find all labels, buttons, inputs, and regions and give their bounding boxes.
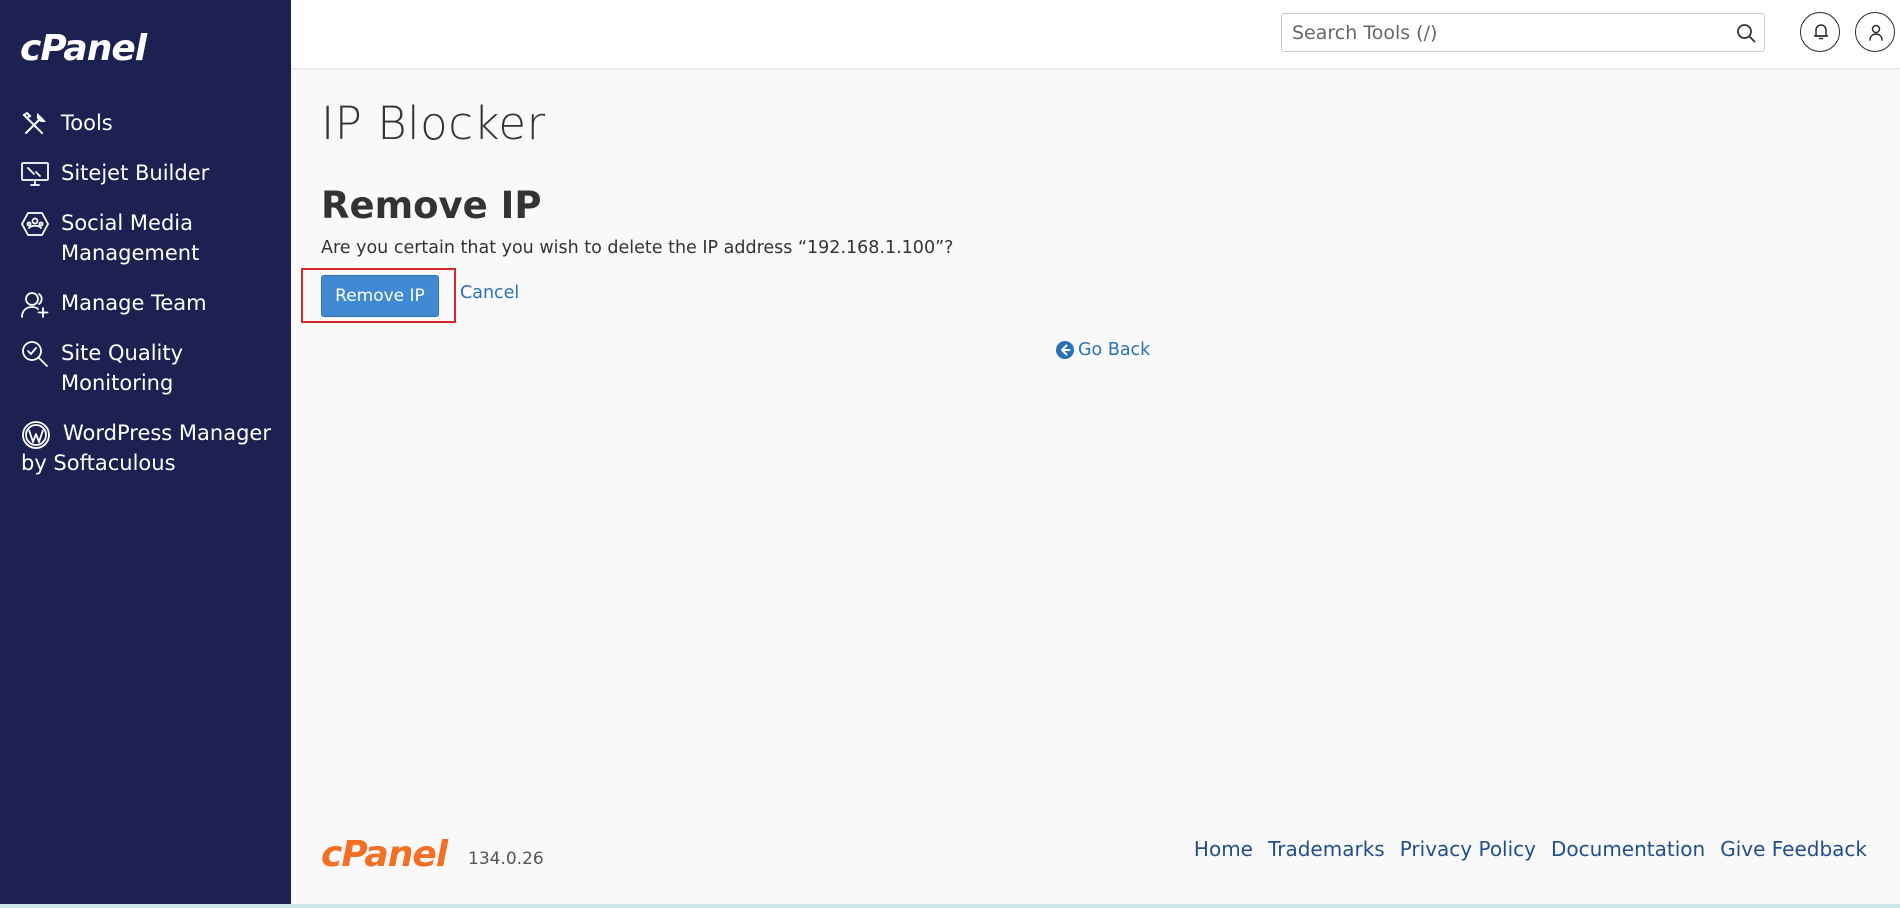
tools-icon — [22, 111, 46, 134]
footer-link-give-feedback[interactable]: Give Feedback — [1720, 837, 1867, 861]
arrow-circle-left-icon — [1056, 341, 1074, 359]
sidebar-nav: Tools Sitejet Builder Social Media Manag… — [0, 108, 291, 498]
notifications-button[interactable] — [1800, 12, 1840, 52]
wordpress-icon — [22, 421, 50, 449]
user-icon — [1869, 24, 1883, 41]
search-input[interactable] — [1282, 14, 1722, 51]
footer-links: Home Trademarks Privacy Policy Documenta… — [1194, 837, 1867, 861]
go-back-label: Go Back — [1078, 340, 1151, 360]
search-box — [1281, 13, 1765, 52]
sidebar-item-sitejet-builder[interactable]: Sitejet Builder — [0, 158, 291, 188]
cpanel-logo[interactable]: cPanel — [20, 28, 147, 69]
go-back-link[interactable]: Go Back — [1056, 340, 1150, 360]
page-title: IP Blocker — [321, 97, 546, 150]
remove-ip-button[interactable]: Remove IP — [321, 275, 439, 317]
footer-link-trademarks[interactable]: Trademarks — [1268, 837, 1385, 861]
sidebar-item-social-media[interactable]: Social Media Management — [0, 208, 291, 268]
sidebar-item-label: Manage Team — [61, 291, 207, 315]
sidebar-item-site-quality[interactable]: Site Quality Monitoring — [0, 338, 291, 398]
footer-cpanel-logo: cPanel — [321, 834, 448, 875]
search-icon[interactable] — [1736, 23, 1756, 43]
sidebar: cPanel Tools Sitejet Builder Social Medi… — [0, 0, 291, 904]
sidebar-item-label: WordPress Manager by Softaculous — [21, 421, 271, 475]
bell-icon — [1813, 24, 1829, 40]
social-media-icon — [20, 212, 50, 236]
sidebar-item-label: Site Quality Monitoring — [61, 341, 184, 395]
sidebar-item-label: Tools — [61, 111, 113, 135]
version-text: 134.0.26 — [468, 849, 544, 869]
site-quality-icon — [22, 341, 48, 367]
sidebar-item-wordpress-manager[interactable]: WordPress Manager by Softaculous — [0, 418, 291, 478]
sidebar-item-label: Social Media Management — [61, 211, 200, 265]
cancel-link[interactable]: Cancel — [460, 283, 519, 303]
section-title: Remove IP — [321, 184, 542, 227]
monitor-icon — [21, 162, 49, 186]
top-header — [291, 0, 1900, 69]
bottom-divider — [0, 904, 1900, 908]
team-icon — [21, 292, 49, 318]
footer-link-home[interactable]: Home — [1194, 837, 1253, 861]
footer-link-privacy-policy[interactable]: Privacy Policy — [1400, 837, 1536, 861]
sidebar-item-manage-team[interactable]: Manage Team — [0, 288, 291, 318]
sidebar-item-tools[interactable]: Tools — [0, 108, 291, 138]
confirm-message: Are you certain that you wish to delete … — [321, 238, 954, 258]
footer-link-documentation[interactable]: Documentation — [1551, 837, 1705, 861]
sidebar-item-label: Sitejet Builder — [61, 161, 210, 185]
user-menu-button[interactable] — [1855, 12, 1895, 52]
